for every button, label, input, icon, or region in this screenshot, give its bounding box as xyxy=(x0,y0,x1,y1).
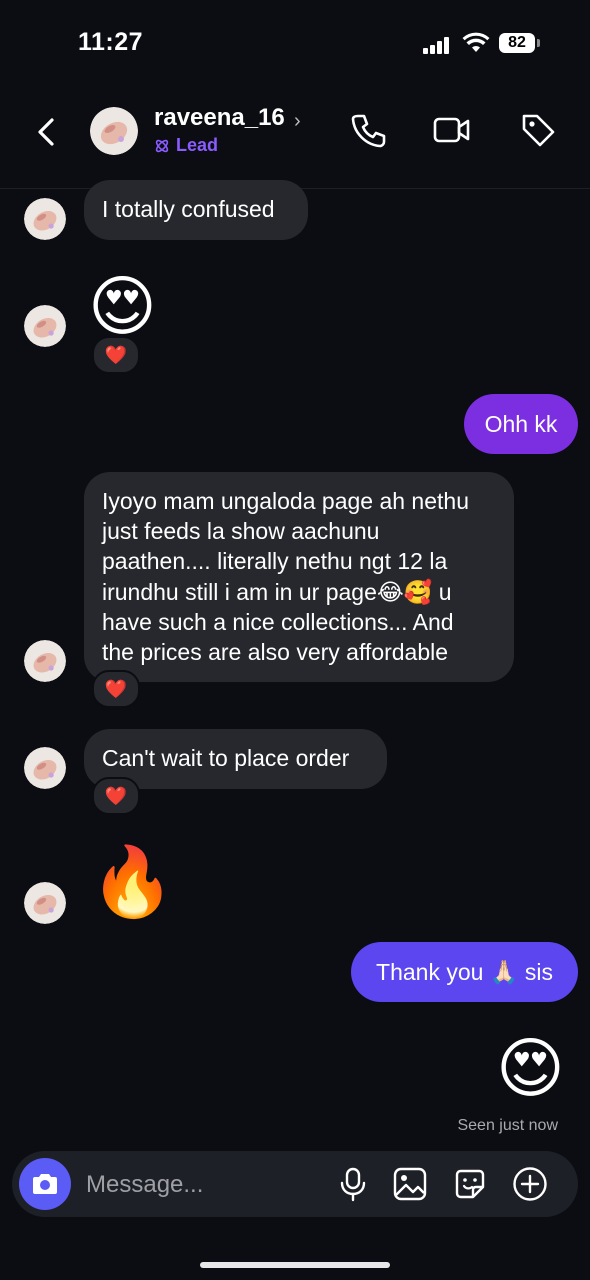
emoji-message[interactable]: 😍 xyxy=(496,1030,565,1106)
phone-icon[interactable] xyxy=(348,110,388,150)
message-text: Can't wait to place order xyxy=(102,745,350,771)
message-line: Iyoyo mam ungaloda page ah nethu xyxy=(102,488,469,514)
heart-reaction[interactable]: ❤️ xyxy=(92,670,140,708)
chat-header: raveena_16 › Lead xyxy=(0,88,590,189)
message-line: have such a nice collections... And xyxy=(102,608,454,635)
message-input[interactable] xyxy=(84,1165,328,1205)
avatar[interactable] xyxy=(24,305,66,347)
avatar[interactable] xyxy=(24,882,66,924)
lead-label: Lead xyxy=(154,135,218,156)
sticker-icon[interactable] xyxy=(451,1165,489,1203)
seen-status: Seen just now xyxy=(457,1117,558,1134)
camera-icon xyxy=(33,1174,57,1194)
avatar[interactable] xyxy=(24,747,66,789)
message-text: Ohh kk xyxy=(484,411,558,437)
avatar[interactable] xyxy=(24,640,66,682)
message-text: I totally confused xyxy=(102,196,275,222)
message-text: Thank you 🙏🏻 sis xyxy=(376,959,553,985)
heart-icon: ❤️ xyxy=(104,344,128,365)
tag-icon[interactable] xyxy=(518,110,558,150)
heart-reaction[interactable]: ❤️ xyxy=(92,777,140,815)
status-bar: 11:27 82 xyxy=(0,0,590,88)
message-line: irundhu still i am in ur page😂🥰 u xyxy=(102,578,452,605)
message-line: paathen.... literally nethu ngt 12 la xyxy=(102,548,448,575)
atom-icon xyxy=(155,139,169,152)
battery-icon: 82 xyxy=(499,33,535,53)
message-line: just feeds la show aachunu xyxy=(102,518,380,545)
lead-text: Lead xyxy=(176,135,219,155)
message-composer xyxy=(12,1151,578,1217)
plus-icon[interactable] xyxy=(511,1165,549,1203)
outgoing-message[interactable]: Ohh kk xyxy=(464,394,578,454)
dm-screen: 11:27 82 raveena_16 › Lead I totally con… xyxy=(0,0,590,1280)
avatar[interactable] xyxy=(24,198,66,240)
outgoing-message[interactable]: Thank you 🙏🏻 sis xyxy=(351,942,578,1002)
emoji-message[interactable]: 😍 xyxy=(88,268,157,344)
message-line: the prices are also very affordable xyxy=(102,639,449,666)
microphone-icon[interactable] xyxy=(334,1165,372,1203)
camera-button[interactable] xyxy=(19,1158,71,1210)
back-icon[interactable] xyxy=(30,110,66,154)
home-indicator[interactable] xyxy=(200,1262,390,1268)
video-camera-icon[interactable] xyxy=(432,110,472,150)
status-time: 11:27 xyxy=(78,28,144,56)
heart-icon: ❤️ xyxy=(104,678,128,699)
heart-reaction[interactable]: ❤️ xyxy=(92,336,140,374)
gallery-icon[interactable] xyxy=(391,1165,429,1203)
incoming-message[interactable]: I totally confused xyxy=(84,180,308,240)
chevron-right-icon[interactable]: › xyxy=(294,110,301,133)
username[interactable]: raveena_16 xyxy=(154,104,285,132)
wifi-icon xyxy=(462,32,490,52)
battery-tip xyxy=(537,39,540,47)
avatar[interactable] xyxy=(90,107,138,155)
incoming-message[interactable]: Iyoyo mam ungaloda page ah nethu just fe… xyxy=(84,472,514,682)
emoji-message[interactable]: 🔥 xyxy=(90,842,175,922)
heart-icon: ❤️ xyxy=(104,785,128,806)
cellular-signal-icon xyxy=(423,36,451,54)
